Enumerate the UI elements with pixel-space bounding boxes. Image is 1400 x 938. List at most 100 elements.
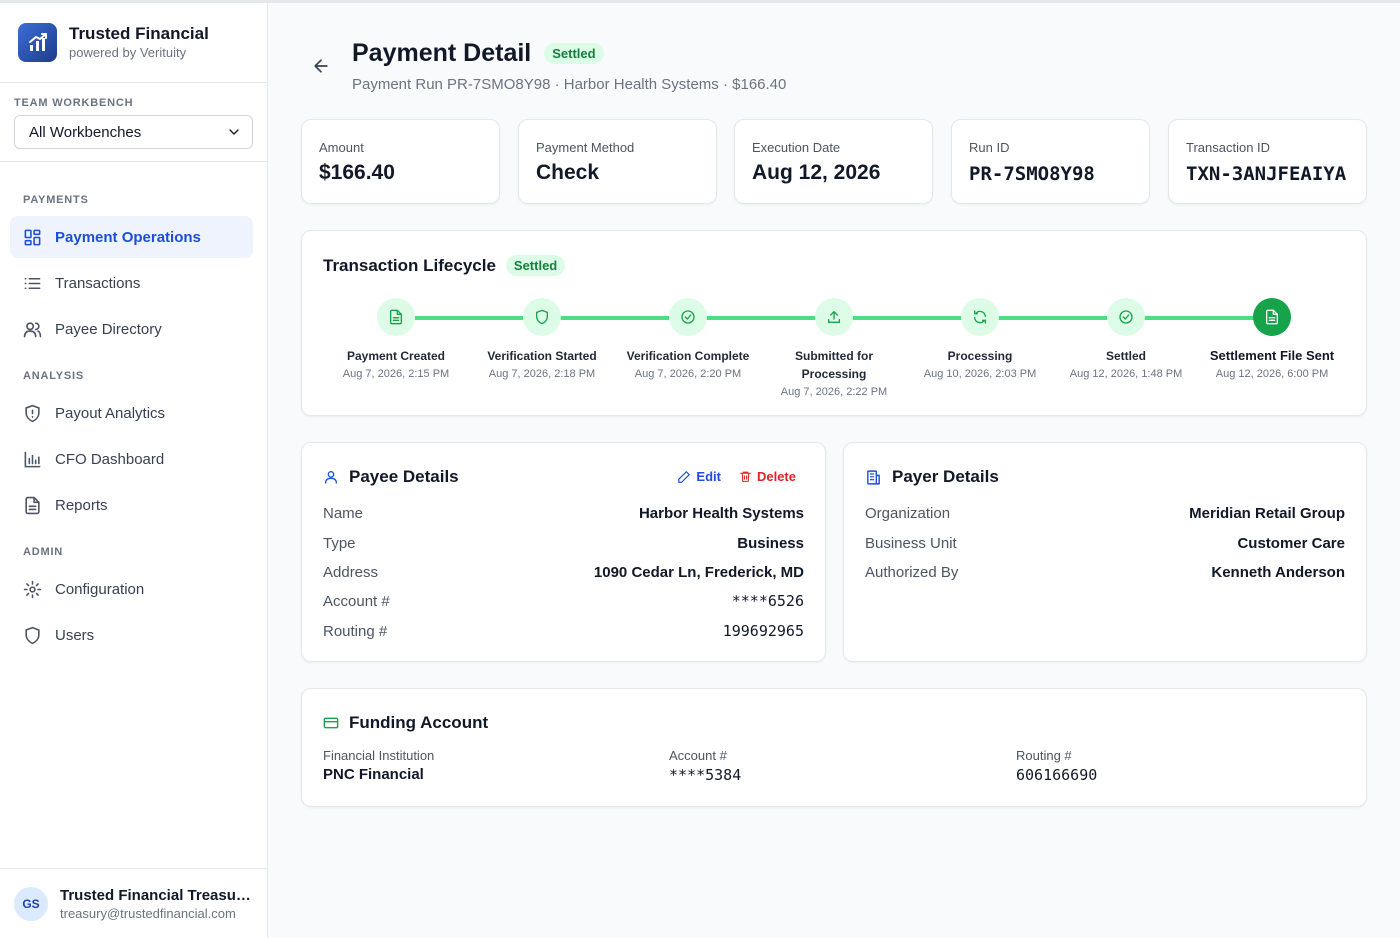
user-email: treasury@trustedfinancial.com: [60, 905, 236, 921]
lifecycle-step-time: Aug 7, 2026, 2:20 PM: [634, 368, 742, 380]
check-circle-icon: [1107, 298, 1145, 336]
lifecycle-step: Payment Created Aug 7, 2026, 2:15 PM: [321, 298, 471, 382]
payee-key: Routing #: [323, 622, 388, 640]
sidebar-item-payee-directory[interactable]: Payee Directory: [10, 308, 253, 350]
payer-row-organization: Organization Meridian Retail Group: [865, 502, 1345, 524]
lifecycle-step: Settled Aug 12, 2026, 1:48 PM: [1051, 298, 1201, 382]
sidebar-item-payment-operations[interactable]: Payment Operations: [10, 216, 253, 258]
stat-value: PR-7SMO8Y98: [969, 163, 1095, 185]
payer-value: Meridian Retail Group: [1189, 504, 1345, 522]
sidebar-item-cfo-dashboard[interactable]: CFO Dashboard: [10, 438, 253, 480]
payee-details-card: Payee Details Edit Delete Name Harbor He…: [301, 442, 826, 662]
stat-value: $166.40: [319, 161, 395, 184]
lifecycle-step: Verification Started Aug 7, 2026, 2:18 P…: [467, 298, 617, 382]
stat-label: Execution Date: [752, 140, 841, 155]
funding-key: Routing #: [1016, 748, 1072, 763]
brand-subtitle: powered by Verituity: [69, 45, 187, 60]
workbench-label: TEAM WORKBENCH: [14, 97, 134, 109]
page-header: Payment Detail Settled Payment Run PR-7S…: [308, 39, 786, 93]
bar-chart-icon: [24, 451, 41, 467]
refresh-icon: [961, 298, 999, 336]
trash-icon: [740, 471, 751, 482]
gear-icon: [23, 580, 42, 598]
funding-value: ****5384: [669, 766, 742, 784]
funding-account-card: Funding Account Financial Institution PN…: [301, 688, 1367, 807]
funding-routing-number: Routing # 606166690: [1016, 748, 1097, 784]
building-icon: [867, 469, 880, 485]
document-icon: [377, 298, 415, 336]
sidebar-item-label: Payee Directory: [55, 320, 162, 338]
shield-icon: [523, 298, 561, 336]
nav-section-payments: PAYMENTS: [23, 194, 89, 206]
main-content: Payment Detail Settled Payment Run PR-7S…: [268, 3, 1400, 938]
workbench-select[interactable]: All Workbenches: [14, 115, 253, 149]
sidebar-item-configuration[interactable]: Configuration: [10, 568, 253, 610]
stat-label: Run ID: [969, 140, 1010, 155]
sidebar-item-label: Payment Operations: [55, 228, 201, 246]
sidebar-item-payout-analytics[interactable]: Payout Analytics: [10, 392, 253, 434]
payee-value: 199692965: [722, 622, 804, 640]
payer-details-title: Payer Details: [892, 467, 999, 486]
payee-details-title: Payee Details: [349, 467, 459, 486]
sidebar-item-label: Payout Analytics: [55, 404, 166, 422]
lifecycle-step-time: Aug 12, 2026, 6:00 PM: [1215, 368, 1329, 380]
lifecycle-step-label: Settlement File Sent: [1209, 348, 1335, 363]
workbench-section: TEAM WORKBENCH All Workbenches: [0, 83, 267, 162]
payer-key: Organization: [865, 504, 951, 522]
stat-value: Check: [536, 161, 600, 184]
lifecycle-step-time: Aug 7, 2026, 2:15 PM: [342, 368, 450, 380]
back-button[interactable]: [308, 53, 334, 79]
user-name: Trusted Financial Treasury Team: [60, 886, 255, 904]
funding-value: PNC Financial: [323, 766, 424, 783]
delete-button[interactable]: Delete: [739, 469, 796, 484]
payee-row-type: Type Business: [323, 532, 804, 554]
payer-key: Authorized By: [865, 563, 959, 581]
lifecycle-step-label: Settled: [1105, 349, 1146, 363]
brand-name: Trusted Financial: [69, 24, 209, 43]
sidebar-nav: PAYMENTS Payment Operations Transactions…: [0, 162, 267, 656]
lifecycle-step-label: Payment Created: [346, 349, 446, 363]
payer-row-authorized-by: Authorized By Kenneth Anderson: [865, 561, 1345, 583]
credit-card-icon: [323, 717, 339, 729]
workbench-selected-value: All Workbenches: [29, 123, 142, 141]
sidebar-item-reports[interactable]: Reports: [10, 484, 253, 526]
pencil-icon: [678, 470, 691, 483]
payee-row-name: Name Harbor Health Systems: [323, 502, 804, 524]
user-profile[interactable]: GS Trusted Financial Treasury Team treas…: [0, 868, 267, 938]
payee-value: Harbor Health Systems: [638, 504, 804, 522]
payer-key: Business Unit: [865, 534, 957, 552]
delete-label: Delete: [756, 469, 796, 484]
document-icon: [1253, 298, 1291, 336]
lifecycle-title: Transaction Lifecycle: [323, 255, 496, 275]
funding-key: Financial Institution: [323, 748, 435, 763]
list-icon: [24, 277, 41, 289]
payee-row-account: Account # ****6526: [323, 590, 804, 612]
check-circle-icon: [669, 298, 707, 336]
lifecycle-step-label: Verification Started: [487, 349, 597, 363]
payee-value: 1090 Cedar Ln, Frederick, MD: [593, 563, 804, 581]
stat-card-run-id: Run ID PR-7SMO8Y98: [951, 119, 1150, 204]
payee-key: Name: [323, 504, 364, 522]
nav-section-admin: ADMIN: [23, 546, 64, 558]
sidebar-item-transactions[interactable]: Transactions: [10, 262, 253, 304]
payer-row-business-unit: Business Unit Customer Care: [865, 532, 1345, 554]
lifecycle-timeline: Payment Created Aug 7, 2026, 2:15 PM Ver…: [302, 298, 1368, 398]
funding-account-number: Account # ****5384: [669, 748, 741, 784]
payee-row-address: Address 1090 Cedar Ln, Frederick, MD: [323, 561, 804, 583]
lifecycle-step-time: Aug 7, 2026, 2:22 PM: [780, 386, 888, 398]
stat-card-amount: Amount $166.40: [301, 119, 500, 204]
payee-value: Business: [737, 534, 804, 552]
brand[interactable]: Trusted Financial powered by Verituity: [0, 3, 267, 83]
sidebar-item-label: Reports: [55, 496, 108, 514]
shield-icon: [25, 626, 40, 644]
edit-label: Edit: [696, 469, 721, 484]
edit-button[interactable]: Edit: [677, 469, 721, 484]
payee-row-routing: Routing # 199692965: [323, 620, 804, 642]
brand-logo-icon: [18, 23, 57, 62]
funding-key: Account #: [669, 748, 727, 763]
payee-key: Account #: [323, 592, 390, 610]
stat-card-transaction-id: Transaction ID TXN-3ANJFEAIYA: [1168, 119, 1367, 204]
upload-icon: [815, 298, 853, 336]
sidebar-item-users[interactable]: Users: [10, 614, 253, 656]
stat-label: Transaction ID: [1186, 140, 1271, 155]
